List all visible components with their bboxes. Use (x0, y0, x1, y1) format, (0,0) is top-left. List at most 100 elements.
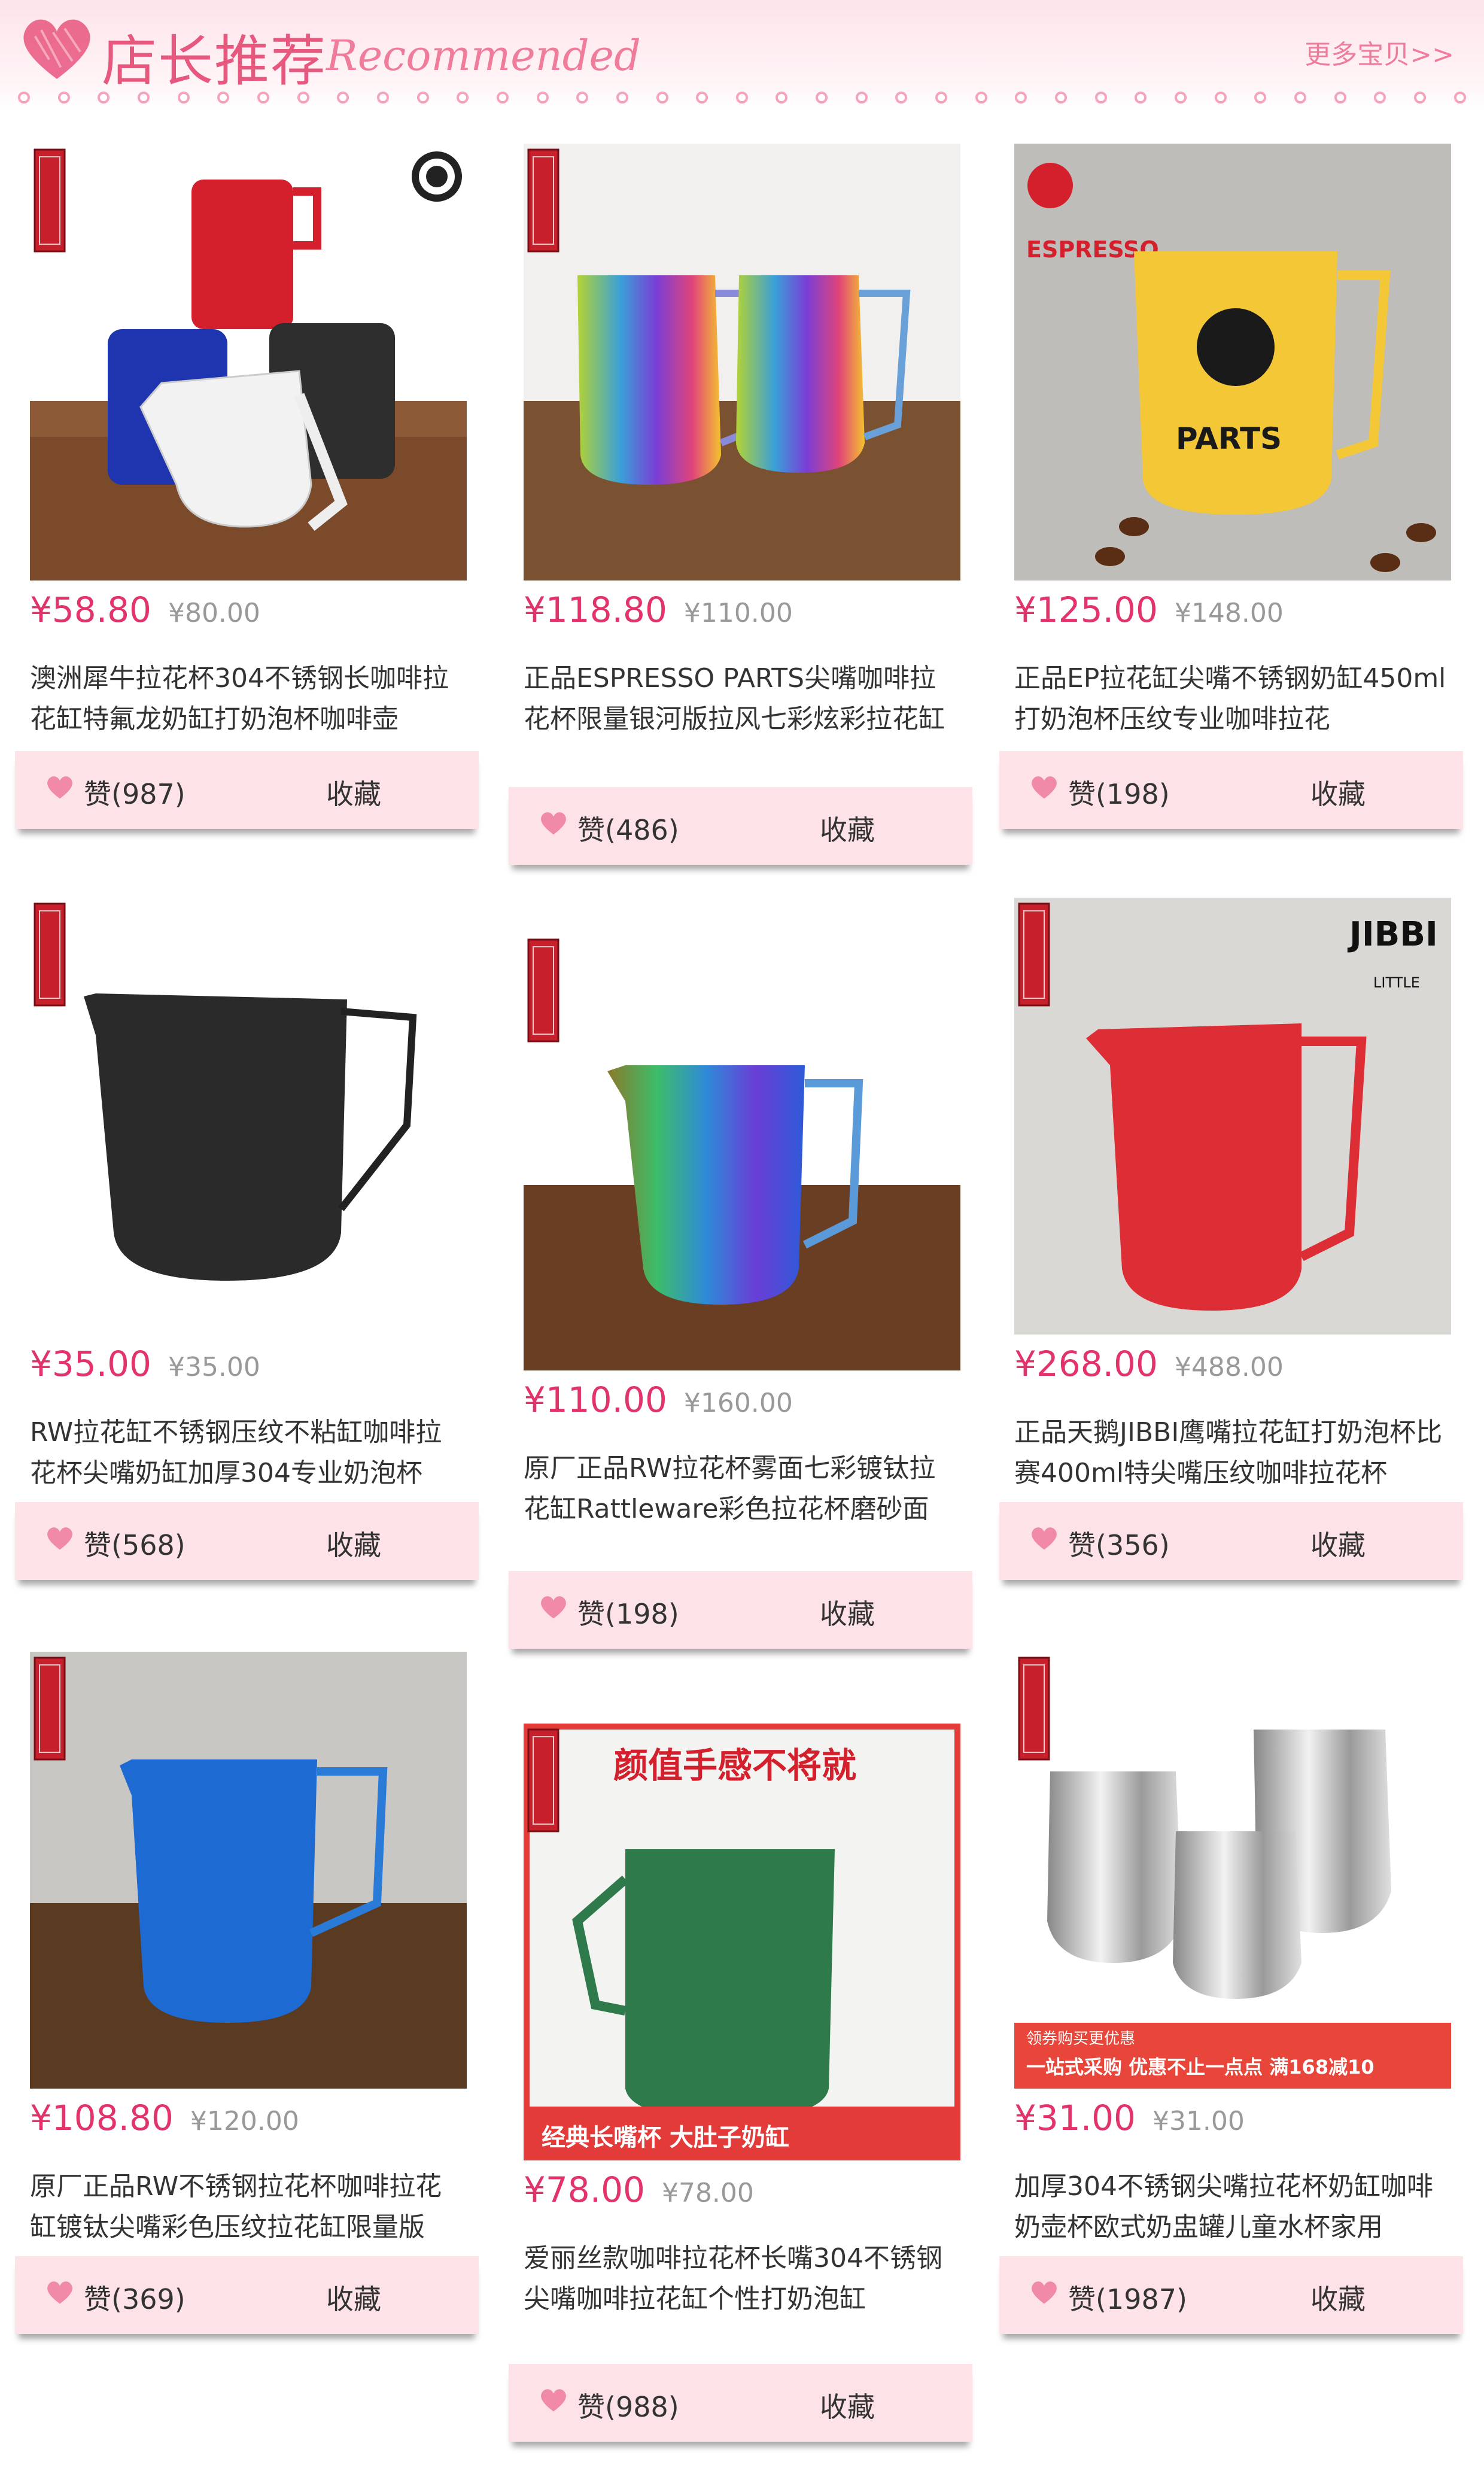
svg-text:经典长嘴杯 大肚子奶缸: 经典长嘴杯 大肚子奶缸 (542, 2124, 789, 2151)
like-heart-icon[interactable] (1029, 1525, 1059, 1551)
product-title[interactable]: RW拉花缸不锈钢压纹不粘缸咖啡拉花杯尖嘴奶缸加厚304专业奶泡杯 (30, 1412, 467, 1494)
product-title[interactable]: 澳洲犀牛拉花杯304不锈钢长咖啡拉花缸特氟龙奶缸打奶泡杯咖啡壶 (30, 658, 467, 740)
divider-dot (257, 92, 269, 104)
product-action-bar: 赞(1987) 收藏 (999, 2256, 1463, 2334)
price-row: ¥58.80 ¥80.00 (30, 589, 260, 637)
product-price: ¥31.00 (1014, 2098, 1136, 2138)
product-title[interactable]: 加厚304不锈钢尖嘴拉花杯奶缸咖啡奶壶杯欧式奶盅罐儿童水杯家用 (1014, 2166, 1451, 2248)
like-count[interactable]: 赞(987) (84, 773, 186, 812)
like-heart-icon[interactable] (45, 2279, 75, 2305)
svg-text:JIBBI: JIBBI (1347, 915, 1438, 954)
product-original-price: ¥78.00 (661, 2178, 754, 2208)
divider-dot (1214, 92, 1227, 104)
like-heart-icon[interactable] (539, 2387, 568, 2413)
divider-dot (1094, 92, 1107, 104)
favorite-button[interactable]: 收藏 (326, 1524, 381, 1563)
product-image[interactable]: JIBBI LITTLE (1014, 898, 1451, 1335)
like-count[interactable]: 赞(198) (577, 1592, 679, 1632)
divider-dot (337, 92, 349, 104)
product-original-price: ¥31.00 (1152, 2106, 1245, 2136)
product-action-bar: 赞(988) 收藏 (509, 2364, 972, 2442)
favorite-button[interactable]: 收藏 (1310, 2278, 1366, 2317)
favorite-button[interactable]: 收藏 (1310, 1524, 1366, 1563)
like-heart-icon[interactable] (45, 774, 75, 800)
price-row: ¥118.80 ¥110.00 (524, 589, 793, 637)
divider-dot (137, 92, 150, 104)
divider-dot (576, 92, 589, 104)
product-image[interactable]: 领券购买更优惠 一站式采购 优惠不止一点点 满168减10 (1014, 1652, 1451, 2089)
svg-text:颜值手感不将就: 颜值手感不将就 (613, 1745, 856, 1786)
divider-dot (297, 92, 309, 104)
divider-dot (816, 92, 828, 104)
divider-dot (1334, 92, 1346, 104)
divider-dot (217, 92, 230, 104)
divider-dot (855, 92, 868, 104)
divider-dot (1453, 92, 1466, 104)
divider-dot (1135, 92, 1147, 104)
product-title[interactable]: 爱丽丝款咖啡拉花杯长嘴304不锈钢尖嘴咖啡拉花缸个性打奶泡缸 (524, 2238, 960, 2320)
favorite-button[interactable]: 收藏 (1310, 773, 1366, 812)
product-action-bar: 赞(486) 收藏 (509, 787, 972, 865)
divider-dot (656, 92, 668, 104)
product-image[interactable] (524, 934, 960, 1370)
like-count[interactable]: 赞(988) (577, 2385, 679, 2425)
more-items-link[interactable]: 更多宝贝>> (1304, 33, 1454, 71)
like-heart-icon[interactable] (1029, 2279, 1059, 2305)
favorite-button[interactable]: 收藏 (326, 773, 381, 812)
like-count[interactable]: 赞(198) (1068, 773, 1170, 812)
divider-dot (1175, 92, 1187, 104)
favorite-button[interactable]: 收藏 (820, 2385, 875, 2425)
divider-dot (1374, 92, 1386, 104)
product-price: ¥35.00 (30, 1344, 151, 1384)
divider-dot (776, 92, 788, 104)
svg-text:一站式采购 优惠不止一点点 满168减10: 一站式采购 优惠不止一点点 满168减10 (1026, 2056, 1374, 2078)
product-title[interactable]: 正品ESPRESSO PARTS尖嘴咖啡拉花杯限量银河版拉风七彩炫彩拉花缸 (524, 658, 960, 780)
product-original-price: ¥488.00 (1174, 1352, 1284, 1382)
product-action-bar: 赞(568) 收藏 (15, 1502, 479, 1580)
product-original-price: ¥120.00 (190, 2106, 299, 2136)
like-count[interactable]: 赞(568) (84, 1524, 186, 1563)
product-action-bar: 赞(369) 收藏 (15, 2256, 479, 2334)
product-title[interactable]: 原厂正品RW拉花杯雾面七彩镀钛拉花缸Rattleware彩色拉花杯磨砂面 (524, 1448, 960, 1530)
divider-dot (376, 92, 389, 104)
divider-dot (1294, 92, 1306, 104)
divider-dot (536, 92, 549, 104)
product-original-price: ¥148.00 (1174, 598, 1284, 628)
price-row: ¥78.00 ¥78.00 (524, 2169, 754, 2217)
favorite-button[interactable]: 收藏 (820, 1592, 875, 1632)
divider-dot (975, 92, 987, 104)
favorite-button[interactable]: 收藏 (326, 2278, 381, 2317)
like-heart-icon[interactable] (45, 1525, 75, 1551)
product-price: ¥110.00 (524, 1379, 667, 1420)
divider-dot (1055, 92, 1068, 104)
product-image[interactable]: 颜值手感不将就 经典长嘴杯 大肚子奶缸 (524, 1724, 960, 2160)
product-image[interactable]: ESPRESSO PARTS (1014, 144, 1451, 581)
like-heart-icon[interactable] (539, 1594, 568, 1620)
like-count[interactable]: 赞(356) (1068, 1524, 1170, 1563)
product-price: ¥125.00 (1014, 589, 1158, 630)
product-title[interactable]: 原厂正品RW不锈钢拉花杯咖啡拉花缸镀钛尖嘴彩色压纹拉花缸限量版 (30, 2166, 467, 2248)
dotted-divider (18, 89, 1466, 107)
divider-dot (98, 92, 110, 104)
like-heart-icon[interactable] (539, 810, 568, 836)
divider-dot (18, 92, 30, 104)
product-image[interactable] (30, 898, 467, 1335)
product-original-price: ¥35.00 (168, 1352, 260, 1382)
like-heart-icon[interactable] (1029, 774, 1059, 800)
price-row: ¥268.00 ¥488.00 (1014, 1344, 1284, 1391)
divider-dot (496, 92, 509, 104)
product-title[interactable]: 正品天鹅JIBBI鹰嘴拉花缸打奶泡杯比赛400ml特尖嘴压纹咖啡拉花杯 (1014, 1412, 1451, 1494)
favorite-button[interactable]: 收藏 (820, 809, 875, 848)
heart-icon (23, 19, 90, 79)
product-image[interactable] (524, 144, 960, 581)
like-count[interactable]: 赞(369) (84, 2278, 186, 2317)
product-title[interactable]: 正品EP拉花缸尖嘴不锈钢奶缸450ml打奶泡杯压纹专业咖啡拉花 (1014, 658, 1451, 740)
product-image[interactable] (30, 1652, 467, 2089)
like-count[interactable]: 赞(1987) (1068, 2278, 1187, 2317)
divider-dot (416, 92, 429, 104)
divider-dot (177, 92, 190, 104)
like-count[interactable]: 赞(486) (577, 809, 679, 848)
header: 店长推荐 Recommended 更多宝贝>> (0, 0, 1484, 111)
divider-dot (935, 92, 948, 104)
product-image[interactable] (30, 144, 467, 581)
